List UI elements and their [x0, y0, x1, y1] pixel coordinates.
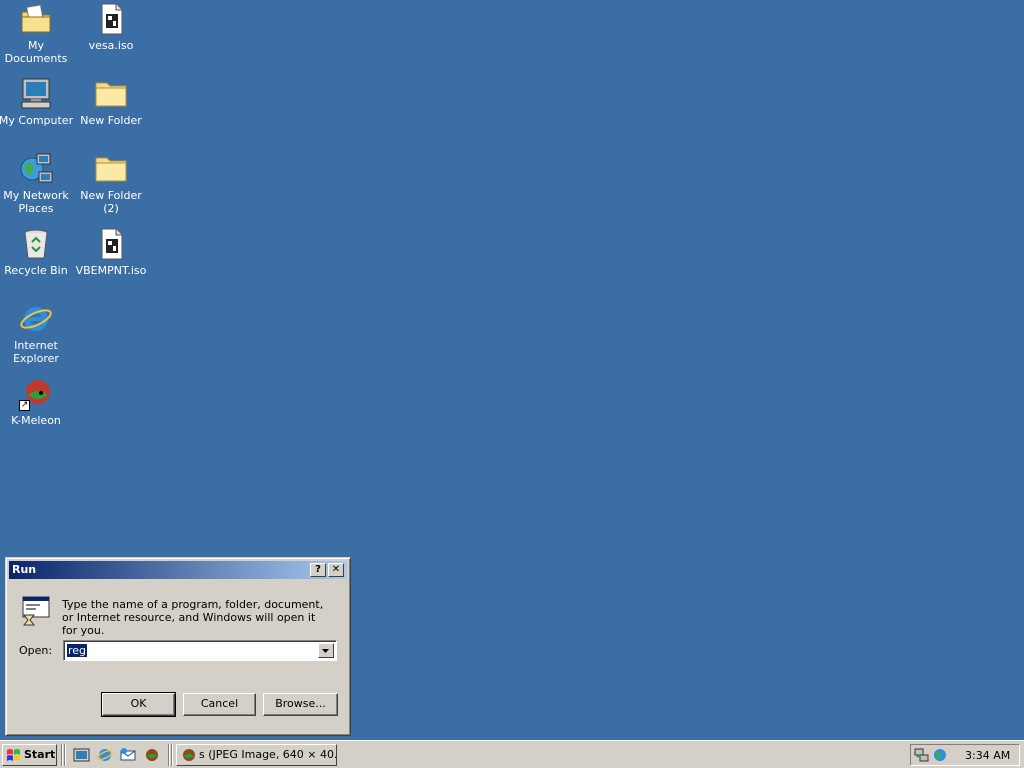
clock[interactable]: 3:34 AM	[965, 749, 1010, 762]
internet-explorer-quicklaunch-icon[interactable]	[96, 747, 114, 763]
my-documents-icon	[19, 2, 53, 36]
cancel-button[interactable]: Cancel	[183, 693, 256, 716]
dropdown-button[interactable]	[318, 643, 334, 658]
desktop-icon-vbempnt-iso[interactable]: VBEMPNT.iso	[73, 227, 149, 277]
run-dialog-description: Type the name of a program, folder, docu…	[62, 598, 324, 637]
start-button[interactable]: Start	[2, 744, 57, 766]
taskbar: Start s (JPEG Image, 640 × 40... 3:34 AM	[0, 740, 1024, 768]
desktop-icon-label: vesa.iso	[88, 39, 134, 52]
desktop-icon-new-folder-2[interactable]: New Folder (2)	[73, 152, 149, 215]
open-input[interactable]: reg	[67, 644, 88, 657]
start-label: Start	[24, 748, 56, 761]
outlook-express-icon[interactable]	[119, 747, 137, 763]
shortcut-arrow-icon: ↗	[19, 400, 30, 411]
desktop-icon-new-folder[interactable]: New Folder	[73, 77, 149, 127]
run-dialog-title: Run	[12, 563, 37, 576]
desktop-icon-my-network-places[interactable]: My Network Places	[0, 152, 74, 215]
iso-file-icon	[94, 227, 128, 261]
desktop-icon-label: My Network Places	[3, 189, 69, 215]
run-dialog: Run ? ✕ Type the name of a program, fold…	[5, 557, 351, 736]
folder-icon	[94, 77, 128, 111]
iso-file-icon	[94, 2, 128, 36]
close-button[interactable]: ✕	[328, 563, 344, 577]
desktop-icon-label: Internet Explorer	[13, 339, 59, 365]
browse-button[interactable]: Browse...	[263, 693, 338, 716]
desktop-icon-label: New Folder (2)	[80, 189, 142, 215]
desktop-icon-label: New Folder	[80, 114, 142, 127]
network-tray-icon[interactable]	[914, 747, 930, 763]
internet-explorer-icon	[19, 302, 53, 336]
ok-button[interactable]: OK	[101, 692, 176, 717]
k-meleon-icon	[183, 749, 195, 761]
desktop-icon-internet-explorer[interactable]: Internet Explorer	[0, 302, 74, 365]
taskbar-separator	[64, 744, 66, 766]
desktop-icon-my-documents[interactable]: My Documents	[0, 2, 74, 65]
windows-logo-icon	[7, 749, 20, 761]
desktop-icon-label: Recycle Bin	[4, 264, 68, 277]
desktop-icon-label: K-Meleon	[11, 414, 61, 427]
close-icon: ✕	[331, 564, 341, 575]
taskbar-separator	[168, 744, 170, 766]
taskbar-button-jpeg-image[interactable]: s (JPEG Image, 640 × 40...	[176, 744, 337, 766]
help-button[interactable]: ?	[310, 563, 326, 577]
taskbar-separator	[171, 744, 173, 766]
desktop-icon-label: VBEMPNT.iso	[75, 264, 147, 277]
help-icon: ?	[315, 564, 321, 575]
desktop-icon-recycle-bin[interactable]: Recycle Bin	[0, 227, 74, 277]
desktop-icon-k-meleon[interactable]: ↗ K-Meleon	[0, 377, 74, 427]
globe-tray-icon[interactable]	[932, 747, 948, 763]
run-dialog-titlebar[interactable]: Run ? ✕	[9, 561, 347, 579]
desktop-icon-label: My Computer	[0, 114, 74, 127]
desktop-icon-vesa-iso[interactable]: vesa.iso	[73, 2, 149, 52]
my-computer-icon	[19, 77, 53, 111]
folder-icon	[94, 152, 128, 186]
open-combobox[interactable]: reg	[63, 640, 337, 661]
taskbar-separator	[61, 744, 63, 766]
chevron-down-icon	[322, 649, 329, 653]
recycle-bin-icon	[19, 227, 53, 261]
run-program-icon	[19, 595, 53, 629]
open-label: Open:	[19, 644, 53, 657]
show-desktop-icon[interactable]	[73, 747, 91, 763]
network-places-icon	[19, 152, 53, 186]
desktop-icon-my-computer[interactable]: My Computer	[0, 77, 74, 127]
system-tray: 3:34 AM	[910, 744, 1020, 766]
k-meleon-quicklaunch-icon[interactable]	[143, 747, 161, 763]
taskbar-button-label: s (JPEG Image, 640 × 40...	[199, 748, 337, 761]
desktop-icon-label: My Documents	[4, 39, 68, 65]
k-meleon-icon: ↗	[19, 377, 53, 411]
